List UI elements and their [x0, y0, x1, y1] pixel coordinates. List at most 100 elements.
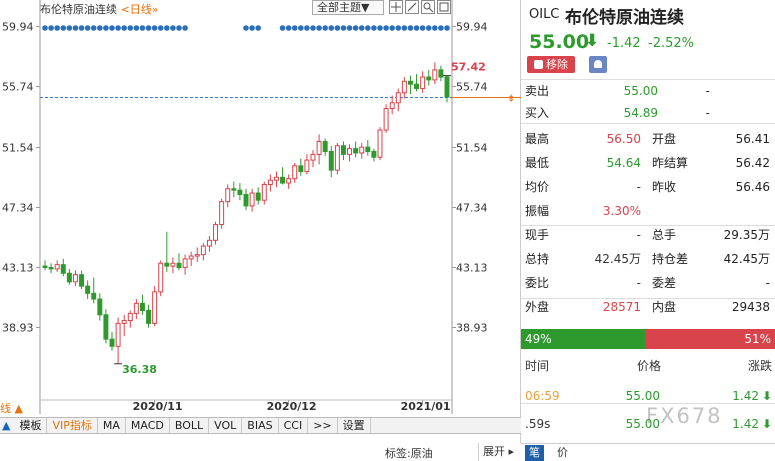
tick-header-time: 时间: [525, 359, 550, 373]
candle-down: [42, 265, 48, 269]
event-marker-dot: [298, 25, 304, 31]
tick-time: 06:59: [525, 389, 560, 403]
candle-up: [127, 312, 133, 322]
quote-footer-tabs: 笔 价: [521, 443, 775, 461]
candle-up: [158, 262, 164, 293]
quote-name: 布伦特原油连续: [565, 8, 684, 28]
down-arrow-icon: ⬇: [761, 389, 772, 403]
expand-button[interactable]: 展开 ▸: [478, 443, 514, 461]
stats-row: 现手 - 总手 29.35万: [521, 224, 775, 246]
candle-up: [249, 192, 255, 207]
candle-up: [182, 258, 188, 269]
buy-sell-ratio: 49% 51%: [521, 329, 775, 349]
y-tick-label-right: 51.54: [456, 142, 488, 155]
quote-window: 59.94 59.94 55.74 55.74 51.54 51.54 47.34 47.34…: [0, 0, 775, 461]
alert-bell-button[interactable]: [589, 56, 607, 73]
event-marker-dot: [139, 25, 146, 31]
stat-label: 委差: [652, 276, 677, 290]
candle-up: [115, 322, 121, 347]
candle-up: [310, 153, 316, 161]
event-marker-dot: [60, 25, 67, 31]
kline-chart[interactable]: 59.94 59.94 55.74 55.74 51.54 51.54 47.34 47.34…: [0, 0, 521, 461]
indicator-cci[interactable]: CCI: [279, 418, 309, 433]
candle-up: [225, 188, 231, 203]
stats-row: 最低 54.64 昨结算 56.42: [521, 152, 775, 174]
candle-down: [365, 146, 371, 153]
event-marker-dot: [432, 25, 438, 31]
indicator-macd[interactable]: MACD: [126, 418, 170, 433]
stat-label: 总持: [525, 252, 550, 266]
indicator-settings[interactable]: 设置: [338, 418, 371, 433]
candle-up: [188, 255, 194, 260]
candle-down: [340, 145, 346, 155]
event-marker-dot: [322, 25, 328, 31]
remove-watchlist-button[interactable]: 移除: [527, 56, 575, 73]
zoom-out-link[interactable]: 线 ▲: [0, 400, 23, 416]
zoom-tool-icon[interactable]: [421, 0, 435, 14]
candle-down: [176, 262, 182, 269]
candle-up: [54, 264, 60, 270]
ask-price: 55.00: [623, 84, 658, 98]
stat-label: 昨结算: [652, 156, 689, 170]
indicator-vol[interactable]: VOL: [209, 418, 243, 433]
indicator-boll[interactable]: BOLL: [170, 418, 210, 433]
bid-label: 买入: [525, 106, 550, 120]
candle-down: [103, 314, 109, 340]
y-tick-label-left: 47.34: [2, 202, 34, 215]
tick-change: 1.42: [732, 389, 759, 403]
candle-down: [407, 80, 413, 85]
quote-panel: OILC 布伦特原油连续 55.00 ⬇ -1.42 -2.52% 移除 卖出 …: [521, 0, 775, 461]
tab-trades[interactable]: 笔: [525, 445, 544, 461]
event-marker-dot: [164, 25, 170, 31]
x-tick-label: 2020/11: [133, 400, 183, 413]
stat-value: -: [765, 276, 770, 290]
theme-select[interactable]: 全部主题▼: [312, 0, 384, 15]
stat-label: 最低: [525, 156, 550, 170]
event-marker-dot: [78, 25, 85, 31]
period-selector[interactable]: <日线»: [121, 3, 159, 16]
indicator-bias[interactable]: BIAS: [242, 418, 279, 433]
event-marker-dot: [145, 25, 152, 31]
candle-up: [72, 274, 78, 283]
crosshair-tool-icon[interactable]: [389, 0, 403, 14]
candle-up: [219, 201, 225, 226]
event-marker-dot: [249, 25, 255, 31]
indicator-ma[interactable]: MA: [98, 418, 126, 433]
y-tick-label-left: 51.54: [2, 142, 34, 155]
event-marker-dot: [42, 25, 48, 31]
stat-value: 28571: [602, 300, 641, 314]
stat-label: 外盘: [525, 300, 550, 314]
candle-up: [267, 179, 273, 185]
low-label: 36.38: [122, 363, 157, 376]
chart-title: 布伦特原油连续 <日线»: [40, 1, 158, 17]
candle-down: [139, 302, 145, 311]
y-tick-label-left: 43.13: [2, 262, 34, 275]
toolbar-collapse-icon[interactable]: ▲: [0, 419, 14, 432]
chart-tag-label: 标签:原油: [385, 447, 433, 460]
event-marker-dot: [151, 25, 158, 31]
indicator-vip[interactable]: VIP指标: [47, 418, 98, 433]
event-marker-dot: [176, 25, 182, 31]
fullscreen-tool-icon[interactable]: [437, 0, 451, 14]
indicator-template[interactable]: 模板: [14, 418, 48, 433]
candle-up: [347, 148, 353, 155]
y-tick-label-right: 43.13: [456, 262, 488, 275]
candle-down: [237, 189, 243, 195]
draw-line-tool-icon[interactable]: [405, 0, 419, 14]
tick-time: .59s: [525, 417, 551, 431]
bid-row: 买入 54.89 -: [521, 102, 775, 124]
event-marker-dot: [255, 25, 261, 31]
event-marker-dot: [103, 25, 109, 31]
sell-ratio-bar: 51%: [645, 329, 775, 349]
stats-row: 外盘 28571 内盘 29438: [521, 296, 775, 318]
indicator-more[interactable]: >>: [308, 418, 338, 433]
stat-value: 56.50: [606, 132, 641, 146]
tab-prices[interactable]: 价: [553, 445, 572, 461]
chart-status-bar: 标签:原油 展开 ▸: [0, 443, 521, 461]
candle-down: [66, 272, 72, 283]
remove-label: 移除: [546, 58, 568, 71]
event-marker-dot: [365, 25, 371, 31]
event-marker-dot: [279, 25, 286, 31]
chart-title-name: 布伦特原油连续: [40, 3, 117, 16]
quote-symbol: OILC: [529, 7, 560, 22]
